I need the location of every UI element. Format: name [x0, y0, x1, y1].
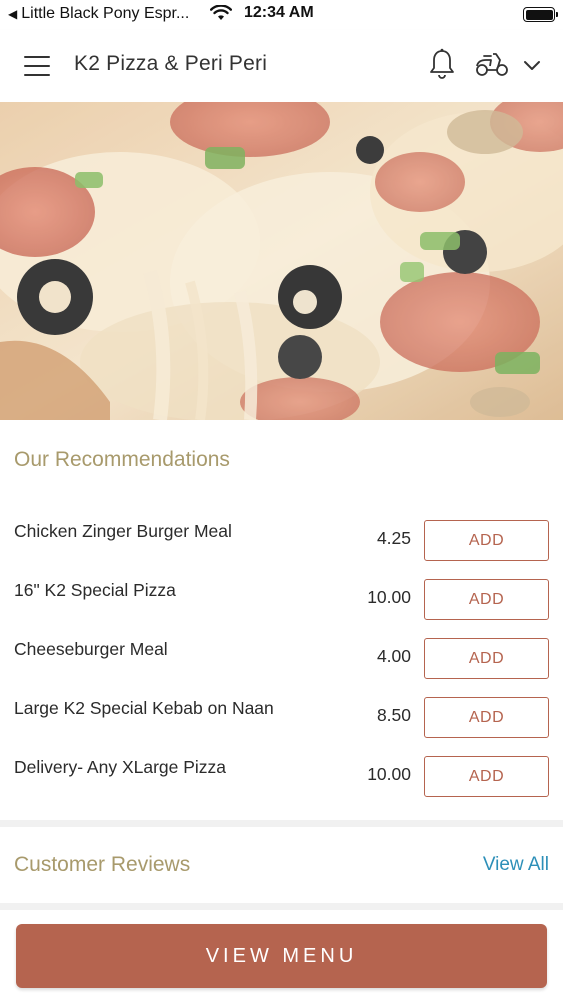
menu-icon[interactable]	[22, 52, 52, 80]
add-button[interactable]: ADD	[424, 520, 549, 561]
item-name: 16" K2 Special Pizza	[14, 580, 176, 600]
item-name: Delivery- Any XLarge Pizza	[14, 757, 227, 777]
status-center: 12:34 AM	[210, 4, 314, 22]
section-divider	[0, 820, 563, 827]
item-name: Cheeseburger Meal	[14, 639, 168, 659]
recommendations-title: Our Recommendations	[14, 448, 230, 471]
list-item: Delivery- Any XLarge Pizza 10.00 ADD	[0, 756, 563, 798]
pizza-image	[0, 102, 563, 420]
status-carrier-group[interactable]: ◀ Little Black Pony Espr...	[8, 5, 189, 23]
hero-image	[0, 102, 563, 420]
wifi-icon	[210, 5, 232, 20]
item-price: 8.50	[376, 705, 411, 725]
page-title: K2 Pizza & Peri Peri	[74, 52, 268, 75]
list-item: 16" K2 Special Pizza 10.00 ADD	[0, 579, 563, 621]
item-price: 4.00	[376, 646, 411, 666]
item-name: Large K2 Special Kebab on Naan	[14, 698, 274, 718]
add-button[interactable]: ADD	[424, 756, 549, 797]
list-item: Chicken Zinger Burger Meal 4.25 ADD	[0, 520, 563, 562]
view-all-link[interactable]: View All	[483, 854, 549, 876]
back-arrow-icon[interactable]: ◀	[8, 7, 17, 21]
add-button[interactable]: ADD	[424, 579, 549, 620]
list-item: Large K2 Special Kebab on Naan 8.50 ADD	[0, 697, 563, 739]
add-button[interactable]: ADD	[424, 697, 549, 738]
status-bar: ◀ Little Black Pony Espr... 12:34 AM	[0, 0, 563, 30]
reviews-title: Customer Reviews	[14, 853, 191, 876]
list-item: Cheeseburger Meal 4.00 ADD	[0, 638, 563, 680]
bell-icon[interactable]	[428, 48, 456, 80]
scooter-icon[interactable]	[474, 50, 510, 78]
item-price: 10.00	[367, 587, 411, 607]
chevron-down-icon[interactable]	[521, 54, 543, 76]
item-name: Chicken Zinger Burger Meal	[14, 521, 232, 541]
battery-icon	[523, 7, 558, 22]
status-time: 12:34 AM	[244, 4, 314, 21]
item-price: 10.00	[367, 764, 411, 784]
add-button[interactable]: ADD	[424, 638, 549, 679]
section-divider	[0, 903, 563, 910]
view-menu-button[interactable]: VIEW MENU	[16, 924, 547, 988]
app-header: K2 Pizza & Peri Peri	[0, 30, 563, 102]
carrier-label: Little Black Pony Espr...	[21, 5, 190, 22]
item-price: 4.25	[376, 528, 411, 548]
